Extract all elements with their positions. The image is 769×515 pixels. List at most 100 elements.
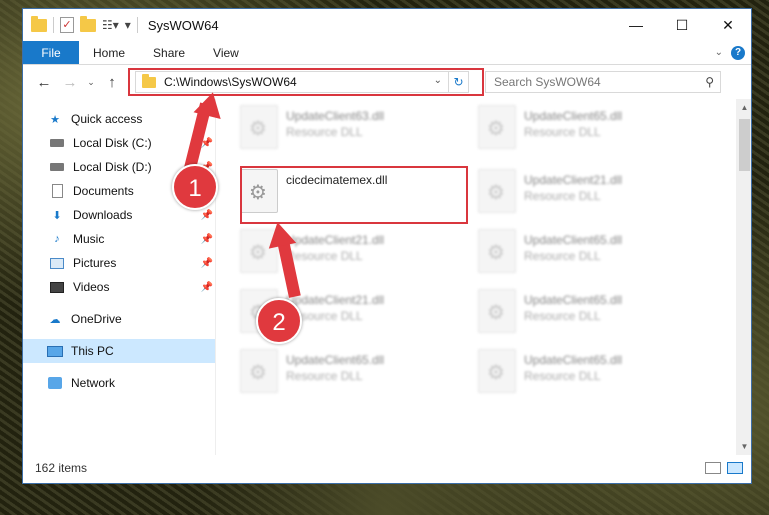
item-count: 162 items [35,461,88,475]
content-area: ★ Quick access Local Disk (C:) 📌 Local D… [23,99,751,455]
sidebar-item-label: Downloads [73,208,133,222]
forward-button[interactable]: → [59,74,81,91]
file-type: Resource DLL [286,125,363,139]
tab-home[interactable]: Home [79,41,139,64]
file-item[interactable]: UpdateClient63.dll Resource DLL [240,105,470,159]
separator [136,17,138,33]
file-name: UpdateClient65.dll [524,353,623,367]
step-1-badge: 1 [172,164,218,210]
drive-icon [49,136,65,150]
file-item[interactable]: UpdateClient21.dll Resource DLL [478,169,708,223]
help-icon[interactable]: ? [731,45,745,60]
vertical-scrollbar[interactable]: ▲ ▼ [736,99,751,455]
star-icon: ★ [50,113,60,126]
sidebar-item-label: Local Disk (C:) [73,136,152,150]
sidebar-item-label: Documents [73,184,134,198]
search-icon: ⚲ [705,75,714,89]
file-item[interactable]: UpdateClient65.dll Resource DLL [478,105,708,159]
tab-view[interactable]: View [199,41,253,64]
scroll-up-icon[interactable]: ▲ [736,99,751,116]
sidebar-item-label: This PC [71,344,114,358]
dll-file-icon [240,105,278,149]
sidebar-item-quick-access[interactable]: ★ Quick access [23,107,215,131]
search-input[interactable]: Search SysWOW64 ⚲ [485,71,721,93]
sidebar-item-videos[interactable]: Videos 📌 [23,275,215,299]
cloud-icon: ☁ [49,313,61,326]
dll-file-icon [478,169,516,213]
file-name: UpdateClient65.dll [524,293,623,307]
dll-file-icon [478,105,516,149]
pin-icon[interactable]: 📌 [201,210,213,221]
pin-icon[interactable]: 📌 [201,282,213,293]
search-placeholder: Search SysWOW64 [494,75,601,89]
sidebar-item-onedrive[interactable]: ☁ OneDrive [23,307,215,331]
large-icons-view-icon[interactable] [727,462,743,474]
title-bar: ✓ ☷▾ ▾ SysWOW64 — ☐ ✕ [23,9,751,41]
sidebar-item-label: Local Disk (D:) [73,160,152,174]
customize-toolbar-icon[interactable]: ☷▾ [102,18,119,32]
scroll-thumb[interactable] [739,119,750,171]
file-type: Resource DLL [286,249,363,263]
sidebar-item-local-disk-c[interactable]: Local Disk (C:) 📌 [23,131,215,155]
file-type: Resource DLL [524,309,601,323]
step-2-badge: 2 [256,298,302,344]
ribbon-tabs: File Home Share View ⌄ ? [23,41,751,65]
chevron-down-icon[interactable]: ⌄ [715,47,723,58]
up-button[interactable]: ↑ [101,74,123,91]
dll-file-icon [478,289,516,333]
folder-icon [31,15,47,32]
file-item[interactable]: UpdateClient65.dll Resource DLL [240,349,470,403]
sidebar-item-label: Quick access [71,112,143,126]
dll-file-icon [478,229,516,273]
tab-share[interactable]: Share [139,41,199,64]
ribbon-right: ⌄ ? [715,41,751,64]
dll-file-icon [240,349,278,393]
file-item[interactable]: UpdateClient65.dll Resource DLL [478,349,708,403]
file-type: Resource DLL [524,189,601,203]
quick-access-toolbar: ✓ ☷▾ ▾ [31,15,138,33]
sidebar-item-this-pc[interactable]: This PC [23,339,215,363]
computer-icon [47,344,63,358]
file-name: UpdateClient63.dll [286,109,385,123]
file-type: Resource DLL [286,369,363,383]
status-bar: 162 items [23,453,751,483]
file-name: UpdateClient65.dll [286,353,385,367]
sidebar-item-label: Network [71,376,116,390]
back-button[interactable]: ← [33,74,55,91]
recent-locations-button[interactable]: ⌄ [85,77,97,88]
separator [53,17,54,33]
file-type: Resource DLL [524,125,601,139]
tab-file[interactable]: File [23,41,79,64]
dll-file-icon [478,349,516,393]
downloads-icon: ⬇ [52,209,62,222]
file-name: UpdateClient21.dll [524,173,623,187]
address-highlight-box [128,68,484,96]
file-name: UpdateClient65.dll [524,109,623,123]
details-view-icon[interactable] [705,462,721,474]
file-item[interactable]: UpdateClient65.dll Resource DLL [478,289,708,343]
quick-access-dropdown-icon[interactable]: ▾ [125,18,131,32]
sidebar-item-label: Pictures [73,256,117,270]
sidebar-item-label: Videos [73,280,110,294]
file-item[interactable]: UpdateClient65.dll Resource DLL [478,229,708,283]
pictures-icon [49,256,65,270]
properties-check-icon[interactable]: ✓ [60,17,74,33]
minimize-button[interactable]: — [613,9,659,41]
maximize-button[interactable]: ☐ [659,9,705,41]
sidebar-item-music[interactable]: ♪ Music 📌 [23,227,215,251]
file-name: UpdateClient65.dll [524,233,623,247]
sidebar-item-pictures[interactable]: Pictures 📌 [23,251,215,275]
new-folder-icon[interactable] [80,15,96,32]
sidebar-item-network[interactable]: Network [23,371,215,395]
close-button[interactable]: ✕ [705,9,751,41]
file-type: Resource DLL [524,369,601,383]
pin-icon[interactable]: 📌 [201,258,213,269]
file-type: Resource DLL [524,249,601,263]
file-name: UpdateClient21.dll [286,233,385,247]
pin-icon[interactable]: 📌 [201,234,213,245]
window-controls: — ☐ ✕ [613,9,751,41]
file-highlight-box [240,166,468,224]
view-toggle [705,462,751,474]
